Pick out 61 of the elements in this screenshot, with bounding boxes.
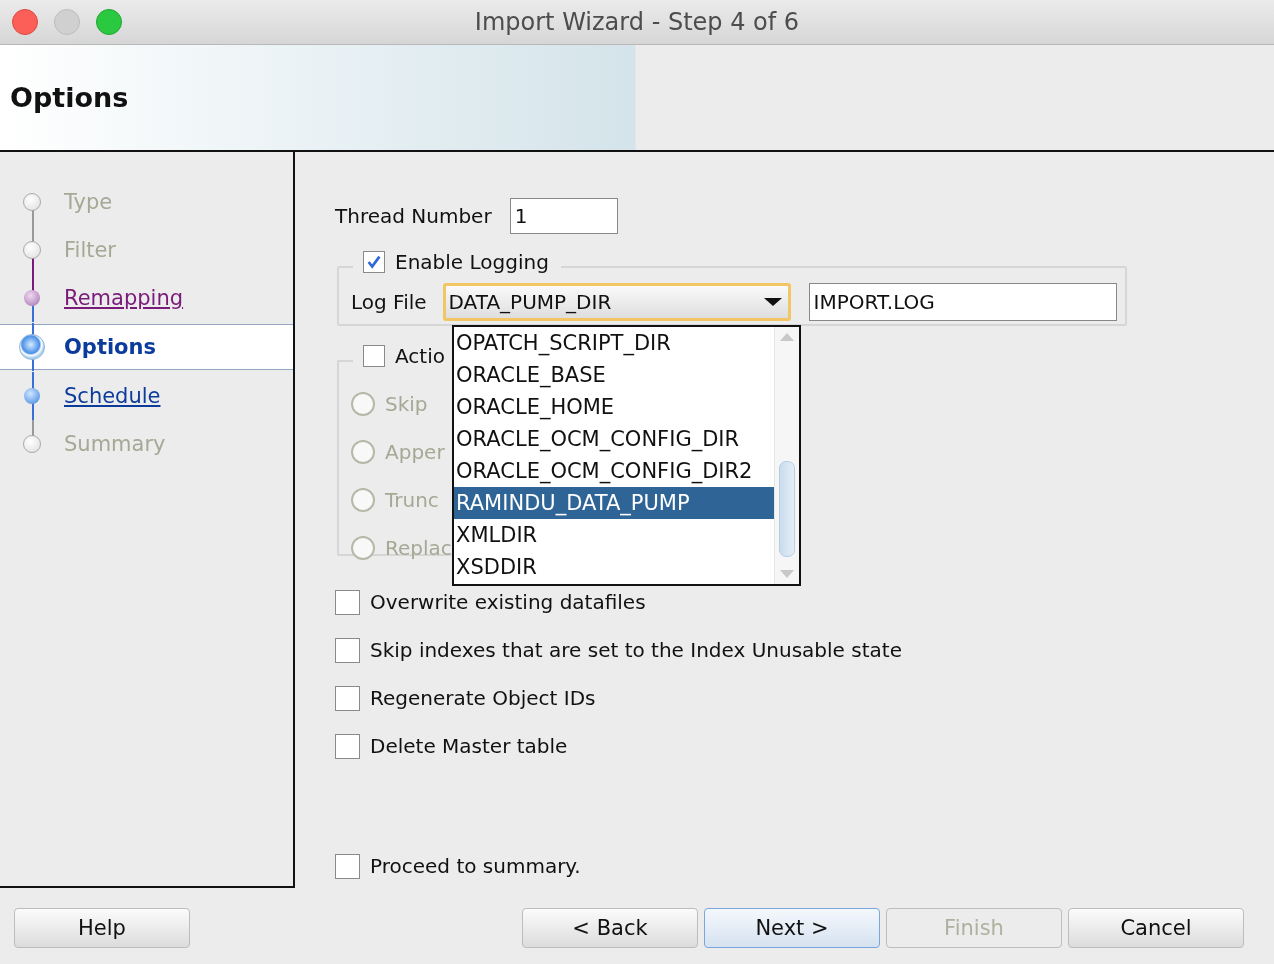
radio-button[interactable] (351, 392, 375, 416)
checkbox-label: Proceed to summary. (370, 854, 581, 878)
step-link[interactable]: Schedule (64, 384, 161, 408)
dropdown-option[interactable]: ORACLE_OCM_CONFIG_DIR2 (454, 455, 774, 487)
wizard-button[interactable]: Help (14, 908, 190, 948)
thread-number-field[interactable]: 1 (509, 198, 618, 234)
close-button[interactable] (12, 9, 38, 35)
step-label: Type (64, 190, 113, 214)
checkbox[interactable] (335, 733, 360, 759)
radio-label: Apper (385, 440, 445, 464)
wizard-button[interactable]: < Back (522, 908, 698, 948)
step-link[interactable]: Remapping (64, 286, 184, 310)
page-title: Options (10, 82, 129, 113)
scroll-down-icon[interactable] (780, 570, 794, 578)
radio-label: Trunc (385, 488, 439, 512)
minimize-button[interactable] (54, 9, 80, 35)
zoom-button[interactable] (96, 9, 122, 35)
scroll-up-icon[interactable] (780, 333, 794, 341)
dropdown-option[interactable]: ORACLE_OCM_CONFIG_DIR (454, 423, 774, 455)
directory-dropdown[interactable]: DATA_PUMP_DIR (442, 283, 791, 321)
radio-button[interactable] (351, 536, 375, 560)
dropdown-option[interactable]: ORACLE_BASE (454, 359, 774, 391)
step-label: Filter (64, 238, 116, 262)
radio-label: Skip (385, 392, 428, 416)
checkbox-label: Skip indexes that are set to the Index Unusable state (370, 638, 902, 662)
wizard-button[interactable]: Next > (704, 908, 880, 948)
dropdown-option[interactable]: XMLDIR (454, 519, 774, 551)
step-marker-icon (23, 193, 41, 211)
checkbox[interactable] (363, 345, 385, 367)
checkbox-label: Enable Logging (395, 250, 549, 274)
dropdown-option[interactable]: RAMINDU_DATA_PUMP (454, 487, 774, 519)
checkbox-label: Delete Master table (370, 734, 568, 758)
scrollbar[interactable] (774, 327, 799, 584)
caret-icon (763, 298, 782, 306)
dropdown-option[interactable]: OPATCH_SCRIPT_DIR (454, 327, 774, 359)
log-file-field[interactable]: IMPORT.LOG (808, 283, 1117, 321)
radio-button[interactable] (351, 488, 375, 512)
field-label: Log File (351, 290, 427, 314)
step-marker-icon (24, 290, 40, 306)
step-label: Summary (64, 432, 166, 456)
step-marker-icon (23, 241, 41, 259)
checkbox[interactable] (335, 589, 360, 615)
scroll-thumb[interactable] (779, 461, 795, 557)
dropdown-option[interactable]: ORACLE_HOME (454, 391, 774, 423)
checkbox-label: Regenerate Object IDs (370, 686, 596, 710)
dropdown-option[interactable]: XSDDIR (454, 551, 774, 583)
radio-button[interactable] (351, 440, 375, 464)
checkbox[interactable] (335, 637, 360, 663)
step-marker-icon (24, 388, 40, 404)
checkbox[interactable] (335, 685, 360, 711)
field-label: Thread Number (335, 204, 492, 228)
wizard-button[interactable]: Cancel (1068, 908, 1244, 948)
step-marker-icon (23, 435, 41, 453)
radio-label: Replac (385, 536, 452, 560)
window-title: Import Wizard - Step 4 of 6 (474, 8, 800, 36)
checkbox[interactable] (363, 251, 385, 273)
step-label[interactable]: Options (64, 335, 156, 359)
checkbox-label: Overwrite existing datafiles (370, 590, 646, 614)
checkbox[interactable] (335, 853, 360, 879)
step-marker-icon (19, 334, 45, 360)
checkbox-label: Actio (395, 344, 445, 368)
